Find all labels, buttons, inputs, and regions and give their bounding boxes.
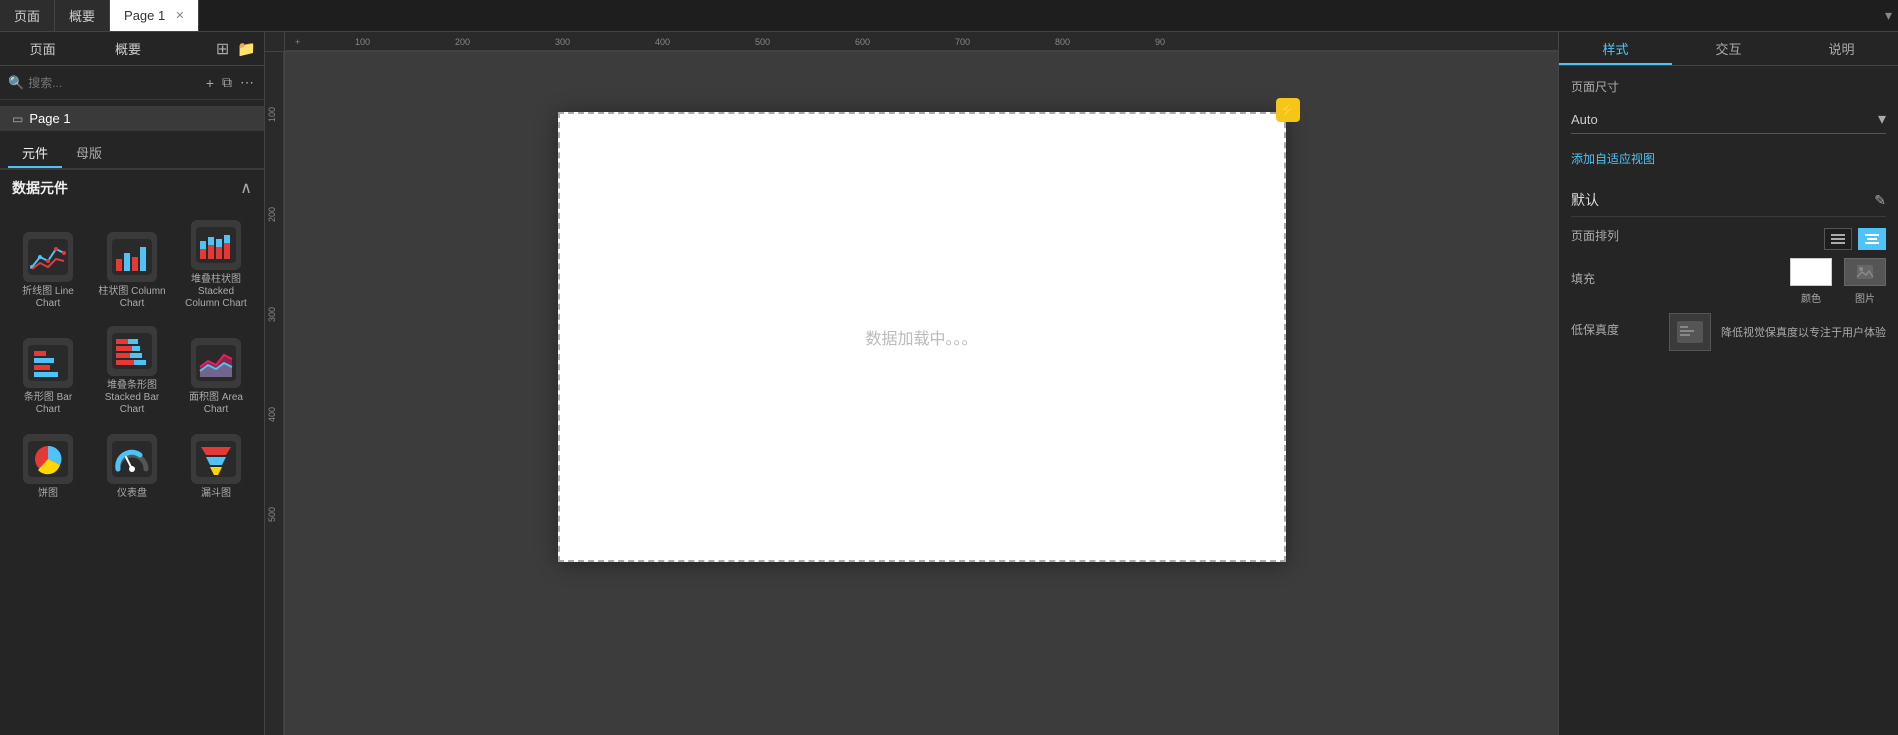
color-swatch[interactable] <box>1790 258 1832 286</box>
right-tabs: 样式 交互 说明 <box>1559 32 1898 66</box>
svg-text:100: 100 <box>355 37 370 47</box>
fill-row: 填充 颜色 图片 <box>1571 258 1886 305</box>
comp-item-pie-chart[interactable]: 饼图 <box>8 426 88 506</box>
page-size-section: 页面尺寸 Auto ▾ <box>1571 78 1886 134</box>
pie-chart-icon <box>23 434 73 484</box>
component-tabs: 元件 母版 <box>0 137 264 169</box>
right-tab-style[interactable]: 样式 <box>1559 32 1672 65</box>
main-layout: 页面 概要 ⊞ 📁 🔍 + ⧉ ⋯ ▭ Page 1 <box>0 32 1898 735</box>
canvas-page: ⚡ 数据加载中。。。 <box>558 112 1286 562</box>
canvas-scroll[interactable]: ⚡ 数据加载中。。。 <box>285 52 1558 735</box>
svg-text:500: 500 <box>267 507 277 522</box>
area-chart-icon <box>191 338 241 388</box>
left-nav-pages[interactable]: 页面 <box>0 32 85 65</box>
search-input[interactable] <box>28 76 200 90</box>
svg-text:+: + <box>295 37 300 47</box>
section-edit-icon[interactable]: ✎ <box>1874 192 1886 209</box>
lightning-badge: ⚡ <box>1276 98 1300 122</box>
svg-text:500: 500 <box>755 37 770 47</box>
search-icon: 🔍 <box>8 75 24 91</box>
svg-text:400: 400 <box>655 37 670 47</box>
add-component-button[interactable]: + <box>204 73 216 93</box>
add-adaptive-view-link[interactable]: 添加自适应视图 <box>1571 152 1655 166</box>
comp-item-funnel-chart[interactable]: 漏斗图 <box>176 426 256 506</box>
page-item-page1[interactable]: ▭ Page 1 <box>0 106 264 131</box>
svg-text:300: 300 <box>267 307 277 322</box>
comp-item-line-chart[interactable]: 折线图 Line Chart <box>8 214 88 316</box>
low-fidelity-option: 降低视觉保真度以专注于用户体验 <box>1669 313 1886 351</box>
line-chart-icon <box>23 232 73 282</box>
comp-item-bar-chart[interactable]: 条形图 Bar Chart <box>8 320 88 422</box>
funnel-chart-icon <box>191 434 241 484</box>
svg-text:200: 200 <box>267 207 277 222</box>
stacked-bar-icon <box>107 326 157 376</box>
low-fi-icon[interactable] <box>1669 313 1711 351</box>
page-align-row: 页面排列 <box>1571 227 1886 250</box>
default-section-title-row: 默认 ✎ <box>1571 184 1886 217</box>
comp-item-stacked-bar[interactable]: 堆叠条形图 Stacked Bar Chart <box>92 320 172 422</box>
right-panel-content: 页面尺寸 Auto ▾ 添加自适应视图 默认 ✎ 页面排列 <box>1559 66 1898 735</box>
tab-elements[interactable]: 元件 <box>8 137 62 168</box>
stacked-column-icon <box>191 220 241 270</box>
ruler-vertical: 100 200 300 400 500 <box>265 52 285 735</box>
comp-item-area-chart[interactable]: 面积图 Area Chart <box>176 320 256 422</box>
svg-text:90: 90 <box>1155 37 1165 47</box>
svg-text:200: 200 <box>455 37 470 47</box>
left-top-nav: 页面 概要 ⊞ 📁 <box>0 32 264 66</box>
pages-list: ▭ Page 1 <box>0 100 264 137</box>
data-section-header: 数据元件 ∧ <box>0 169 264 206</box>
top-tabbar: 页面 概要 Page 1 ✕ ▾ <box>0 0 1898 32</box>
image-swatch[interactable] <box>1844 258 1886 286</box>
ruler-top: + 100 200 300 400 500 600 700 800 90 <box>265 32 1558 52</box>
canvas-loading-text: 数据加载中。。。 <box>865 325 977 349</box>
adaptive-view-section: 添加自适应视图 <box>1571 150 1886 168</box>
bar-chart-icon <box>23 338 73 388</box>
page-size-row: 页面尺寸 <box>1571 78 1886 101</box>
svg-text:100: 100 <box>267 107 277 122</box>
fill-color-option[interactable]: 颜色 <box>1790 258 1832 305</box>
svg-text:300: 300 <box>555 37 570 47</box>
new-page-icon[interactable]: ⊞ <box>216 39 229 59</box>
svg-text:400: 400 <box>267 407 277 422</box>
data-section-toggle[interactable]: ∧ <box>240 178 252 198</box>
right-tab-help[interactable]: 说明 <box>1785 32 1898 65</box>
tab-overview[interactable]: 概要 <box>55 0 110 31</box>
component-grid: 折线图 Line Chart 柱状图 Column Chart <box>0 206 264 514</box>
canvas-area: + 100 200 300 400 500 600 700 800 90 <box>265 32 1558 735</box>
align-buttons <box>1824 228 1886 250</box>
svg-text:800: 800 <box>1055 37 1070 47</box>
low-fi-description: 降低视觉保真度以专注于用户体验 <box>1721 324 1886 340</box>
fill-options: 颜色 图片 <box>1790 258 1886 305</box>
more-options-button[interactable]: ⋯ <box>238 72 256 93</box>
gauge-chart-icon <box>107 434 157 484</box>
ruler-corner <box>265 32 285 52</box>
low-fidelity-row: 低保真度 降低视觉保真度以专注于用户体验 <box>1571 313 1886 351</box>
align-left-button[interactable] <box>1824 228 1852 250</box>
left-sidebar: 页面 概要 ⊞ 📁 🔍 + ⧉ ⋯ ▭ Page 1 <box>0 32 265 735</box>
tab-page[interactable]: 页面 <box>0 0 55 31</box>
ruler-horizontal: + 100 200 300 400 500 600 700 800 90 <box>285 32 1558 52</box>
tab-close-icon[interactable]: ✕ <box>175 9 184 22</box>
folder-icon[interactable]: 📁 <box>237 40 256 58</box>
comp-item-gauge-chart[interactable]: 仪表盘 <box>92 426 172 506</box>
page-item-icon: ▭ <box>12 112 23 126</box>
svg-text:600: 600 <box>855 37 870 47</box>
default-section: 默认 ✎ 页面排列 <box>1571 184 1886 351</box>
copy-component-button[interactable]: ⧉ <box>220 72 234 93</box>
left-nav-overview[interactable]: 概要 <box>85 32 170 65</box>
align-center-button[interactable] <box>1858 228 1886 250</box>
right-tab-interaction[interactable]: 交互 <box>1672 32 1785 65</box>
svg-text:700: 700 <box>955 37 970 47</box>
comp-item-stacked-column[interactable]: 堆叠柱状图 Stacked Column Chart <box>176 214 256 316</box>
tab-scroll-button[interactable]: ▾ <box>1879 7 1898 24</box>
comp-item-column-chart[interactable]: 柱状图 Column Chart <box>92 214 172 316</box>
tab-master[interactable]: 母版 <box>62 137 116 168</box>
page-size-dropdown[interactable]: ▾ <box>1878 109 1886 129</box>
column-chart-icon <box>107 232 157 282</box>
right-panel: 样式 交互 说明 页面尺寸 Auto ▾ 添 <box>1558 32 1898 735</box>
canvas-with-ruler: 100 200 300 400 500 ⚡ 数据加载中。。。 <box>265 52 1558 735</box>
fill-image-option[interactable]: 图片 <box>1844 258 1886 305</box>
pages-search-bar: 🔍 + ⧉ ⋯ <box>0 66 264 100</box>
tab-page1[interactable]: Page 1 ✕ <box>110 0 199 31</box>
